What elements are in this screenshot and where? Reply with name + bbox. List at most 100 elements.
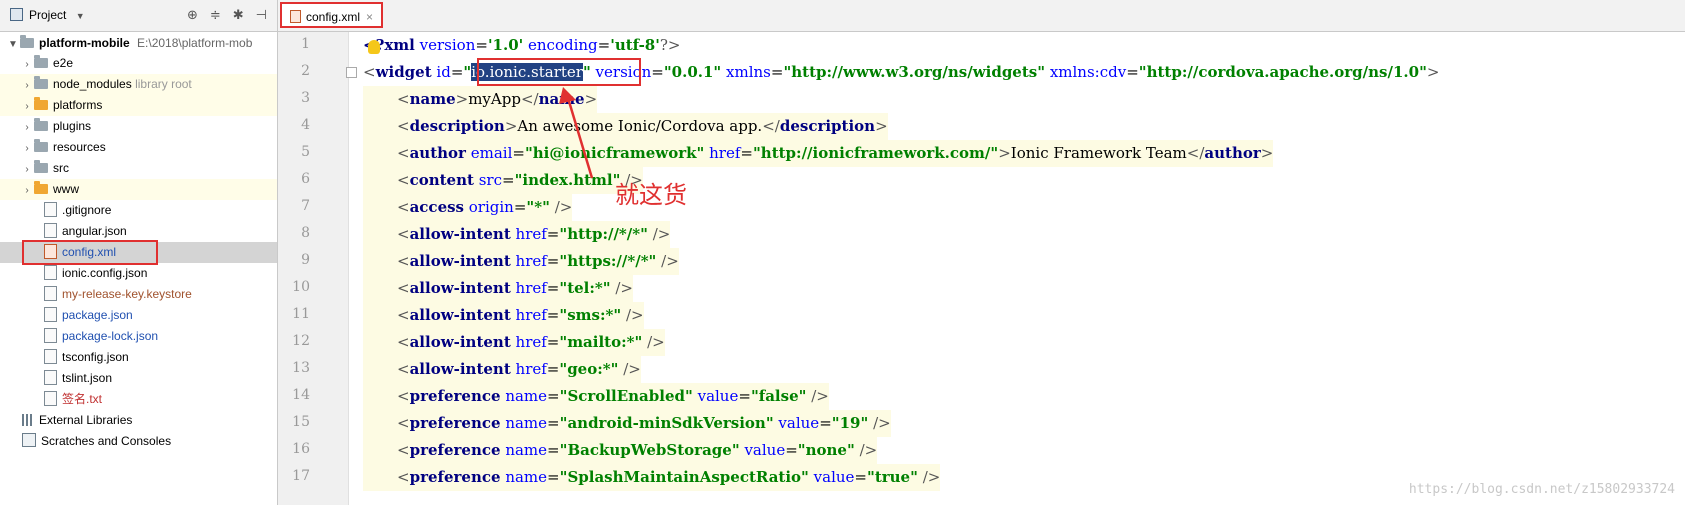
tree-item-scratches[interactable]: Scratches and Consoles bbox=[22, 431, 171, 452]
tree-item-tsconfig-json[interactable]: tsconfig.json bbox=[44, 347, 129, 368]
tree-item-src[interactable]: › src bbox=[20, 158, 69, 179]
text-file-icon bbox=[44, 391, 57, 406]
line-number: 3 bbox=[301, 90, 310, 106]
folder-icon bbox=[34, 118, 48, 131]
line-number: 4 bbox=[301, 117, 310, 133]
line-number: 6 bbox=[301, 171, 310, 187]
chevron-right-icon[interactable]: › bbox=[20, 159, 34, 180]
tree-item-package-json[interactable]: package.json bbox=[44, 305, 133, 326]
line-number: 7 bbox=[301, 198, 310, 214]
code-line-13: <allow-intent href="geo:*" /> bbox=[363, 356, 641, 383]
line-number: 11 bbox=[292, 306, 310, 322]
watermark: https://blog.csdn.net/z15802933724 bbox=[1408, 482, 1675, 497]
tree-item-e2e[interactable]: › e2e bbox=[20, 53, 73, 74]
tree-item-package-lock-json[interactable]: package-lock.json bbox=[44, 326, 158, 347]
tree-item-signature-txt[interactable]: 签名.txt bbox=[44, 389, 102, 410]
folder-icon bbox=[34, 139, 48, 152]
chevron-right-icon[interactable]: › bbox=[20, 96, 34, 117]
tree-item-resources[interactable]: › resources bbox=[20, 137, 106, 158]
code-line-9: <allow-intent href="https://*/*" /> bbox=[363, 248, 679, 275]
project-panel-header: Project ▼ ⊕ ≑ ✱ ⊣ bbox=[0, 0, 277, 32]
folder-icon bbox=[34, 76, 48, 89]
library-icon bbox=[22, 414, 34, 426]
chevron-down-icon: ▼ bbox=[75, 11, 85, 21]
project-icon bbox=[10, 8, 23, 21]
chevron-right-icon[interactable]: › bbox=[20, 75, 34, 96]
code-line-14: <preference name="ScrollEnabled" value="… bbox=[363, 383, 829, 410]
code-line-15: <preference name="android-minSdkVersion"… bbox=[363, 410, 891, 437]
line-number: 5 bbox=[301, 144, 310, 160]
chevron-right-icon[interactable]: › bbox=[20, 138, 34, 159]
folder-icon bbox=[34, 181, 48, 194]
code-line-6: <content src="index.html" /> bbox=[363, 167, 643, 194]
folder-icon bbox=[34, 55, 48, 68]
line-number: 10 bbox=[292, 279, 310, 295]
locate-file-icon[interactable]: ⊕ bbox=[187, 7, 198, 23]
code-line-7: <access origin="*" /> bbox=[363, 194, 573, 221]
code-line-8: <allow-intent href="http://*/*" /> bbox=[363, 221, 671, 248]
line-number: 14 bbox=[292, 387, 310, 403]
hide-panel-icon[interactable]: ⊣ bbox=[256, 7, 267, 23]
lightbulb-icon[interactable] bbox=[368, 40, 380, 54]
line-number-gutter: 1 2 3 4 5 6 7 8 9 10 11 12 13 14 15 16 1… bbox=[278, 32, 349, 505]
folder-icon bbox=[20, 35, 34, 48]
code-line-4: <description>An awesome Ionic/Cordova ap… bbox=[363, 113, 888, 140]
tree-item-keystore[interactable]: my-release-key.keystore bbox=[44, 284, 192, 305]
code-line-3: <name>myApp</name> bbox=[363, 86, 598, 113]
json-file-icon bbox=[44, 370, 57, 385]
tree-item-node-modules[interactable]: › node_modules library root bbox=[0, 74, 277, 95]
line-number: 8 bbox=[301, 225, 310, 241]
code-line-16: <preference name="BackupWebStorage" valu… bbox=[363, 437, 878, 464]
project-panel: Project ▼ ⊕ ≑ ✱ ⊣ ▼ platform-mobile E:\20… bbox=[0, 0, 278, 505]
line-number: 2 bbox=[301, 63, 310, 79]
tree-item-plugins[interactable]: › plugins bbox=[20, 116, 91, 137]
code-line-17: <preference name="SplashMaintainAspectRa… bbox=[363, 464, 941, 491]
project-toolbar: ⊕ ≑ ✱ ⊣ bbox=[187, 7, 267, 23]
tree-item-ionic-config-json[interactable]: ionic.config.json bbox=[44, 263, 147, 284]
chevron-down-icon[interactable]: ▼ bbox=[6, 34, 20, 55]
file-icon bbox=[44, 286, 57, 301]
config-xml-highlight-box bbox=[22, 240, 158, 265]
collapse-all-icon[interactable]: ≑ bbox=[210, 7, 221, 23]
annotation-label: 就这货 bbox=[615, 181, 687, 209]
code-line-10: <allow-intent href="tel:*" /> bbox=[363, 275, 633, 302]
code-line-5: <author email="hi@ionicframework" href="… bbox=[363, 140, 1274, 167]
chevron-right-icon[interactable]: › bbox=[20, 180, 34, 201]
folder-icon bbox=[34, 160, 48, 173]
line-number: 15 bbox=[292, 414, 310, 430]
code-line-1: <?xml version='1.0' encoding='utf-8'?> bbox=[363, 36, 681, 54]
line-number: 1 bbox=[301, 36, 310, 52]
json-file-icon bbox=[44, 265, 57, 280]
tree-root[interactable]: ▼ platform-mobile E:\2018\platform-mob bbox=[6, 33, 252, 54]
gear-icon[interactable]: ✱ bbox=[233, 7, 244, 23]
close-icon[interactable]: × bbox=[366, 10, 373, 24]
folder-icon bbox=[34, 97, 48, 110]
json-file-icon bbox=[44, 223, 57, 238]
json-file-icon bbox=[44, 349, 57, 364]
line-number: 13 bbox=[292, 360, 310, 376]
scratches-icon bbox=[22, 433, 36, 447]
tree-item-www[interactable]: › www bbox=[0, 179, 277, 200]
file-icon bbox=[44, 202, 57, 217]
line-number: 16 bbox=[292, 441, 310, 457]
json-file-icon bbox=[44, 328, 57, 343]
code-line-11: <allow-intent href="sms:*" /> bbox=[363, 302, 644, 329]
json-file-icon bbox=[44, 307, 57, 322]
tree-item-angular-json[interactable]: angular.json bbox=[44, 221, 127, 242]
id-highlight-box bbox=[477, 58, 641, 86]
line-number: 12 bbox=[292, 333, 310, 349]
tree-item-gitignore[interactable]: .gitignore bbox=[44, 200, 111, 221]
code-editor[interactable]: <?xml version='1.0' encoding='utf-8'?> <… bbox=[349, 32, 1685, 505]
editor-tab-bar: config.xml × bbox=[278, 0, 1685, 32]
chevron-right-icon[interactable]: › bbox=[20, 117, 34, 138]
project-view-selector[interactable]: Project ▼ bbox=[10, 8, 85, 22]
line-number: 17 bbox=[292, 468, 310, 484]
tree-item-external-libraries[interactable]: External Libraries bbox=[22, 410, 132, 431]
xml-file-icon bbox=[290, 10, 301, 23]
code-line-12: <allow-intent href="mailto:*" /> bbox=[363, 329, 665, 356]
tree-item-platforms[interactable]: › platforms bbox=[0, 95, 277, 116]
line-number: 9 bbox=[301, 252, 310, 268]
chevron-right-icon[interactable]: › bbox=[20, 54, 34, 75]
tab-config-xml[interactable]: config.xml × bbox=[280, 2, 384, 28]
tree-item-tslint-json[interactable]: tslint.json bbox=[44, 368, 112, 389]
